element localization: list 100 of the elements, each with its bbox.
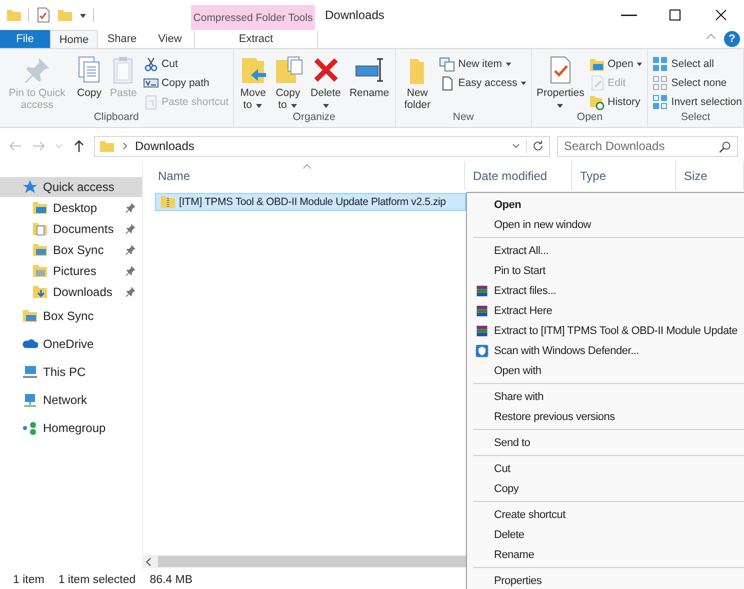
menu-item[interactable]: Properties xyxy=(467,571,744,589)
folder-icon xyxy=(22,308,38,324)
ribbon-button[interactable]: New item xyxy=(438,54,528,73)
pushpin-icon xyxy=(125,244,136,255)
menu-item[interactable]: Extract All... xyxy=(467,241,744,261)
menu-item[interactable]: Extract Here xyxy=(467,301,744,321)
nav-item[interactable]: Quick access xyxy=(0,177,142,197)
column-header[interactable]: Size xyxy=(676,161,744,190)
computer-icon xyxy=(22,364,38,380)
menu-item[interactable]: Open with xyxy=(467,361,744,381)
pushpin-icon xyxy=(125,286,136,297)
folder-icon xyxy=(32,242,48,258)
ribbon-button[interactable]: Easy access xyxy=(438,73,528,92)
shield-icon xyxy=(475,344,489,358)
homegroup-icon xyxy=(22,420,38,436)
nav-item[interactable]: Desktop xyxy=(0,197,142,218)
ribbon-button[interactable]: Invert selection xyxy=(651,92,743,111)
group-label: Open xyxy=(576,111,604,125)
column-header[interactable]: Name xyxy=(150,161,465,190)
check-page-icon xyxy=(35,7,51,23)
dropdown-caret-icon xyxy=(79,11,87,19)
window-stack-icon xyxy=(439,56,456,72)
nav-item[interactable]: Box Sync xyxy=(0,302,142,330)
ribbon-button[interactable]: History xyxy=(588,92,644,111)
menu-item[interactable]: Extract files... xyxy=(467,281,744,301)
ribbon-button[interactable]: Open xyxy=(588,54,644,73)
pencil-page-icon xyxy=(588,74,605,90)
ribbon-button[interactable]: New folder xyxy=(398,52,436,111)
search-field[interactable]: Search Downloads xyxy=(557,136,738,156)
menu-item[interactable]: Rename xyxy=(467,545,744,565)
menu-item[interactable]: Copy xyxy=(467,479,744,499)
selection-size: 86.4 MB xyxy=(150,574,193,586)
books-icon xyxy=(475,284,489,298)
nav-item[interactable]: This PC xyxy=(0,358,142,386)
menu-item[interactable]: Extract to [ITM] TPMS Tool & OBD-II Module Update xyxy=(467,321,744,341)
zip-folder-icon xyxy=(160,194,176,210)
selection-count: 1 item selected xyxy=(58,574,136,586)
menu-item[interactable]: Open xyxy=(467,195,744,215)
column-header[interactable]: Type xyxy=(572,161,676,190)
minimize-icon xyxy=(621,14,637,16)
menu-item[interactable]: Cut xyxy=(467,459,744,479)
menu-item[interactable]: Create shortcut xyxy=(467,505,744,525)
nav-item[interactable]: Network xyxy=(0,386,142,414)
menu-item[interactable]: Open in new window xyxy=(467,215,744,235)
folder-document-icon xyxy=(32,220,48,236)
ribbon-button[interactable]: Select none xyxy=(651,73,743,92)
folder-icon xyxy=(99,138,115,154)
close-icon xyxy=(713,7,729,23)
group-label: Organize xyxy=(292,111,336,125)
ribbon-tab[interactable]: View xyxy=(146,30,194,48)
network-icon xyxy=(22,392,38,408)
pushpin-icon xyxy=(125,202,136,213)
ribbon-button[interactable]: Select all xyxy=(651,54,743,73)
nav-item[interactable]: Homegroup xyxy=(0,414,142,442)
nav-item[interactable]: Downloads xyxy=(0,281,142,302)
ribbon-button[interactable]: Cut xyxy=(142,54,230,73)
nav-item[interactable]: Box Sync xyxy=(0,239,142,260)
menu-item[interactable]: Delete xyxy=(467,525,744,545)
folder-icon xyxy=(6,7,22,23)
group-label: Select xyxy=(680,111,712,125)
ribbon-tab[interactable]: Share xyxy=(98,30,146,48)
column-header[interactable]: Date modified xyxy=(465,161,572,190)
path-segment[interactable]: Downloads xyxy=(135,139,194,153)
ribbon-button[interactable]: Copy xyxy=(73,52,106,111)
pushpin-icon xyxy=(125,223,136,234)
ribbon-button[interactable]: Properties xyxy=(535,52,586,111)
nav-item[interactable]: Pictures xyxy=(0,260,142,281)
ribbon-button[interactable]: Move to xyxy=(236,52,270,111)
clipboard-icon xyxy=(142,94,159,110)
folder-picture-icon xyxy=(32,262,48,278)
search-icon xyxy=(718,140,732,154)
ribbon-button[interactable]: Rename xyxy=(347,52,392,111)
folder-icon xyxy=(32,200,48,216)
star-icon xyxy=(22,179,38,195)
nav-item[interactable]: OneDrive xyxy=(0,330,142,358)
window-title: Downloads xyxy=(325,7,384,24)
scissors-icon xyxy=(142,56,159,72)
folder-arrow-icon xyxy=(32,284,48,300)
menu-item[interactable]: Pin to Start xyxy=(467,261,744,281)
maximize-icon xyxy=(667,7,683,23)
ribbon-button[interactable]: Copy path xyxy=(142,73,230,92)
menu-item[interactable]: Restore previous versions xyxy=(467,407,744,427)
books-icon xyxy=(475,304,489,318)
pushpin-icon xyxy=(125,265,136,276)
ribbon-button[interactable]: Copy to xyxy=(272,52,304,111)
ribbon-button[interactable]: Delete xyxy=(306,52,346,111)
menu-item[interactable]: Send to xyxy=(467,433,744,453)
address-field[interactable]: Downloads xyxy=(94,136,550,156)
help-button[interactable]: ? xyxy=(724,31,740,47)
refresh-icon xyxy=(531,139,545,153)
menu-item[interactable]: Share with xyxy=(467,387,744,407)
nav-item[interactable]: Documents xyxy=(0,218,142,239)
file-row[interactable]: [ITM] TPMS Tool & OBD-II Module Update Platform v2.5.zip xyxy=(155,193,466,211)
ribbon-tab[interactable]: File xyxy=(0,30,50,48)
grid-outline-icon xyxy=(652,74,668,90)
menu-item[interactable]: Scan with Windows Defender... xyxy=(467,341,744,361)
books-icon xyxy=(475,324,489,338)
contextual-tab-header: Compressed Folder Tools xyxy=(191,5,315,30)
folder-icon xyxy=(57,7,73,23)
ribbon-tab[interactable]: Home xyxy=(50,30,98,48)
